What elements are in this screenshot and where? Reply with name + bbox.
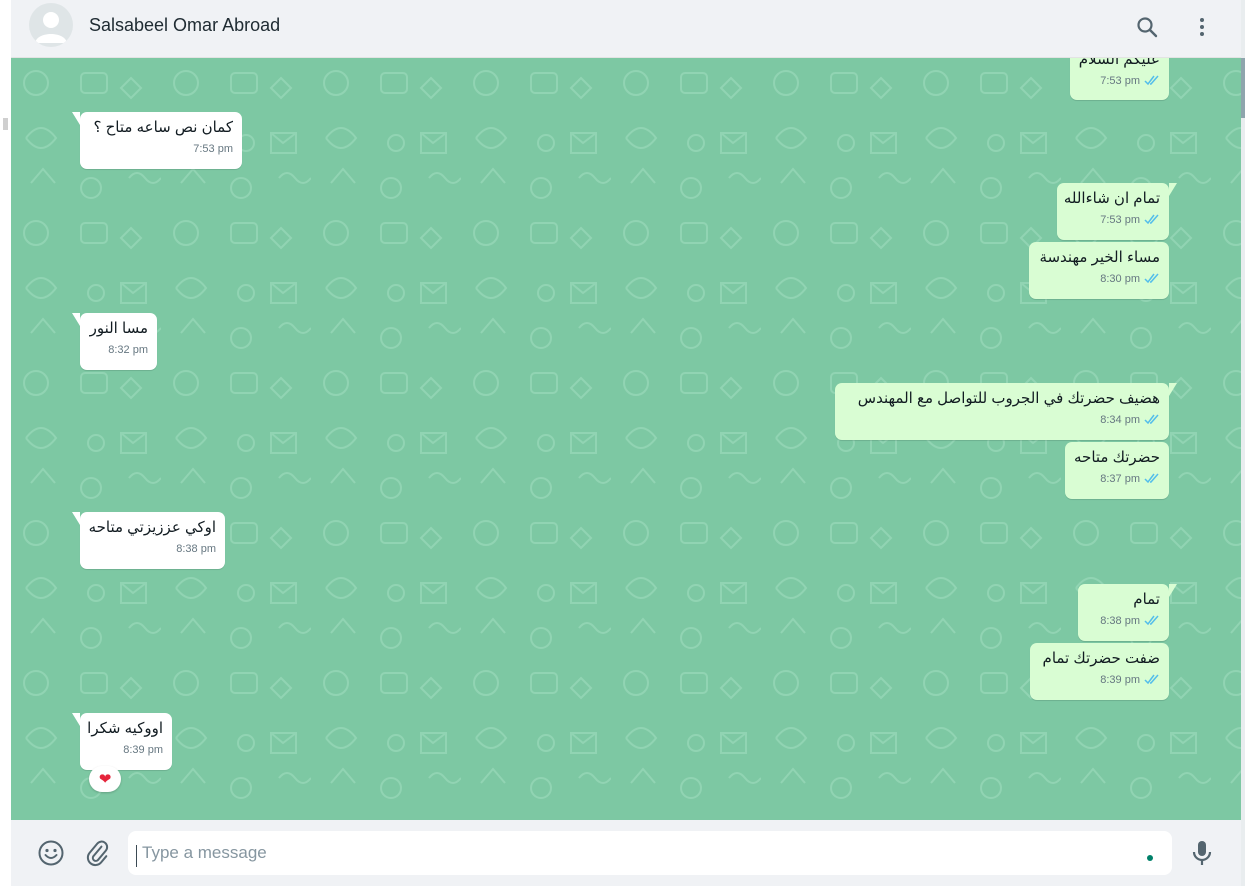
- message-time: 8:39 pm: [1100, 674, 1140, 686]
- message-time: 8:34 pm: [1100, 414, 1140, 426]
- message-bubble-outgoing[interactable]: مساء الخير مهندسة 8:30 pm: [1029, 242, 1169, 299]
- message-bubble-outgoing[interactable]: حضرتك متاحه 8:37 pm: [1065, 442, 1169, 499]
- read-receipt-icon: [1144, 214, 1159, 225]
- read-receipt-icon: [1144, 674, 1159, 685]
- search-button[interactable]: [1132, 12, 1162, 42]
- menu-button[interactable]: [1187, 12, 1217, 42]
- message-time: 8:30 pm: [1100, 273, 1140, 285]
- message-text: هضيف حضرتك في الجروب للتواصل مع المهندس: [857, 390, 1160, 407]
- search-icon: [1137, 17, 1158, 38]
- message-time: 8:32 pm: [108, 344, 148, 356]
- message-text: اوكي عززيزتي متاحه: [88, 519, 216, 536]
- emoji-button[interactable]: [35, 837, 67, 869]
- message-input[interactable]: [128, 831, 1172, 875]
- compose-bar: [11, 820, 1241, 886]
- message-reaction[interactable]: ❤: [89, 766, 121, 792]
- contact-avatar[interactable]: [29, 3, 73, 47]
- bubble-tail: [72, 112, 80, 125]
- typing-indicator-dot: [1147, 855, 1153, 861]
- voice-message-button[interactable]: [1186, 837, 1218, 869]
- bubble-tail: [1169, 183, 1177, 196]
- read-receipt-icon: [1144, 414, 1159, 425]
- message-bubble-incoming[interactable]: اوكي عززيزتي متاحه 8:38 pm: [72, 512, 225, 569]
- chat-scrollbar[interactable]: [1241, 0, 1245, 886]
- message-time: 8:38 pm: [176, 543, 216, 555]
- message-bubble-incoming[interactable]: كمان نص ساعه متاح ؟ 7:53 pm: [72, 112, 242, 169]
- panel-scroll-marker: [3, 118, 8, 130]
- heart-icon: ❤: [98, 771, 112, 788]
- read-receipt-icon: [1144, 473, 1159, 484]
- attach-button[interactable]: [81, 837, 113, 869]
- scrollbar-thumb[interactable]: [1241, 58, 1245, 118]
- message-text: مساء الخير مهندسة: [1039, 249, 1160, 266]
- read-receipt-icon: [1144, 615, 1159, 626]
- message-bubble-outgoing[interactable]: تمام 8:38 pm: [1078, 584, 1177, 641]
- message-bubble-incoming[interactable]: اووكيه شكرا 8:39 pm: [72, 713, 172, 770]
- conversation-panel[interactable]: عليكم السلام 7:53 pm كمان نص ساعه متاح ؟…: [11, 58, 1241, 820]
- text-caret: [136, 845, 137, 867]
- message-time: 7:53 pm: [1100, 75, 1140, 87]
- message-time: 8:37 pm: [1100, 473, 1140, 485]
- emoji-icon: [38, 840, 64, 866]
- bubble-tail: [72, 313, 80, 326]
- contact-name[interactable]: Salsabeel Omar Abroad: [89, 15, 280, 36]
- message-time: 8:39 pm: [123, 744, 163, 756]
- message-time: 8:38 pm: [1100, 615, 1140, 627]
- chat-header: Salsabeel Omar Abroad: [11, 0, 1241, 58]
- message-text: كمان نص ساعه متاح ؟: [93, 119, 233, 136]
- menu-dots-icon: [1200, 18, 1204, 36]
- message-text: ضفت حضرتك تمام: [1042, 650, 1160, 667]
- message-text: حضرتك متاحه: [1074, 449, 1160, 466]
- message-text: تمام: [1133, 591, 1160, 608]
- message-text: مسا النور: [89, 320, 148, 337]
- bubble-tail: [72, 512, 80, 525]
- message-text: عليكم السلام: [1078, 58, 1160, 68]
- message-time: 7:53 pm: [1100, 214, 1140, 226]
- default-avatar-icon: [35, 12, 67, 43]
- read-receipt-icon: [1144, 273, 1159, 284]
- message-bubble-incoming[interactable]: مسا النور 8:32 pm: [72, 313, 157, 370]
- read-receipt-icon: [1144, 75, 1159, 86]
- message-time: 7:53 pm: [193, 143, 233, 155]
- bubble-tail: [72, 713, 80, 726]
- message-bubble-outgoing[interactable]: تمام ان شاءالله 7:53 pm: [1057, 183, 1177, 240]
- attach-icon: [86, 840, 109, 867]
- message-text: تمام ان شاءالله: [1063, 190, 1160, 207]
- message-text: اووكيه شكرا: [87, 720, 163, 737]
- message-bubble-outgoing[interactable]: هضيف حضرتك في الجروب للتواصل مع المهندس …: [835, 383, 1177, 440]
- message-bubble-outgoing[interactable]: عليكم السلام 7:53 pm: [1070, 58, 1169, 100]
- microphone-icon: [1192, 841, 1212, 865]
- message-bubble-outgoing[interactable]: ضفت حضرتك تمام 8:39 pm: [1030, 643, 1169, 700]
- bubble-tail: [1169, 584, 1177, 597]
- bubble-tail: [1169, 383, 1177, 396]
